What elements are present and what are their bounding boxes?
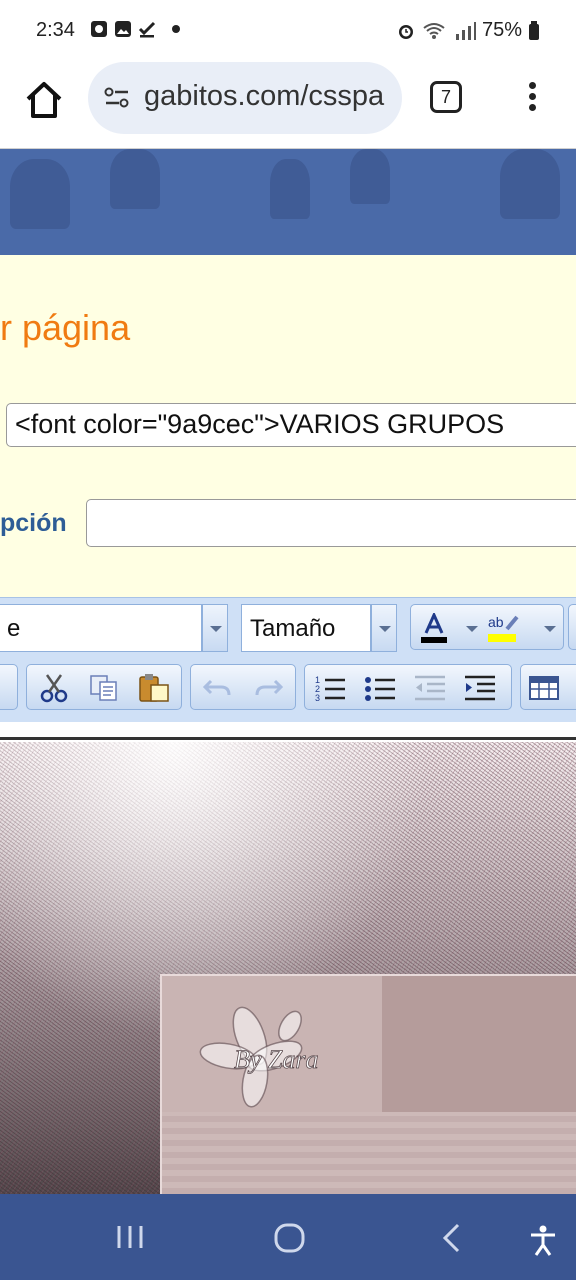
outdent-icon[interactable] [413, 673, 447, 703]
edit-page-form: r página <font color="9a9cec">VARIOS GRU… [0, 255, 576, 597]
clipboard-group [26, 664, 182, 710]
editor-content[interactable]: By Zara [0, 722, 576, 1194]
text-color-icon[interactable] [417, 613, 451, 643]
indent-icon[interactable] [463, 673, 497, 703]
status-right: 75% [396, 19, 540, 42]
notification-icon [91, 21, 107, 37]
browser-toolbar: gabitos.com/csspa 7 [0, 62, 576, 149]
size-select[interactable]: Tamaño [241, 604, 371, 652]
color-group: ab [410, 604, 564, 650]
table-group [520, 664, 576, 710]
editor-toolbar: e Tamaño ab 123 [0, 597, 576, 723]
site-settings-icon[interactable] [104, 86, 130, 110]
insert-table-icon[interactable] [527, 673, 561, 703]
site-banner [0, 149, 576, 255]
size-dropdown-icon[interactable] [371, 604, 397, 652]
font-dropdown-icon[interactable] [202, 604, 228, 652]
cut-icon[interactable] [37, 673, 71, 703]
more-options-icon[interactable] [520, 78, 544, 118]
accessibility-icon[interactable] [528, 1224, 558, 1256]
recent-apps-icon[interactable] [114, 1222, 146, 1252]
battery-icon [529, 20, 539, 40]
wifi-icon [423, 22, 445, 39]
status-bar: 2:34 75% [0, 0, 576, 62]
description-label: pción [0, 509, 67, 537]
battery-percent: 75% [481, 19, 522, 41]
status-time: 2:34 [36, 19, 75, 41]
toolbar-more-group [568, 604, 576, 650]
description-input[interactable] [86, 499, 576, 547]
home-nav-icon[interactable] [272, 1222, 308, 1254]
copy-icon[interactable] [87, 673, 121, 703]
back-icon[interactable] [440, 1222, 464, 1254]
list-group: 123 [304, 664, 512, 710]
ordered-list-icon[interactable]: 123 [313, 673, 347, 703]
font-select[interactable]: e [0, 604, 202, 652]
home-icon[interactable] [22, 78, 66, 122]
gallery-icon [115, 21, 131, 37]
toolbar-partial-group [0, 664, 18, 710]
system-nav-bar [0, 1194, 576, 1280]
url-text[interactable]: gabitos.com/csspa [144, 80, 384, 113]
unordered-list-icon[interactable] [363, 673, 397, 703]
alarm-icon [398, 24, 413, 39]
svg-text:3: 3 [315, 693, 320, 703]
dot-icon [172, 25, 180, 33]
paste-icon[interactable] [137, 673, 171, 703]
page-title-input[interactable]: <font color="9a9cec">VARIOS GRUPOS [6, 403, 576, 447]
embedded-image: By Zara [160, 974, 576, 1194]
tab-switcher-button[interactable]: 7 [430, 81, 462, 113]
image-blur-region [382, 976, 576, 1112]
watermark-text: By Zara [234, 1045, 319, 1074]
page-title: r página [0, 307, 131, 348]
signal-icon [455, 21, 476, 40]
download-done-icon [138, 21, 156, 38]
editor-top-border [0, 737, 576, 740]
redo-icon[interactable] [251, 673, 285, 703]
highlight-dropdown-icon[interactable] [537, 605, 559, 649]
address-bar[interactable]: gabitos.com/csspa [88, 62, 402, 134]
text-color-dropdown-icon[interactable] [459, 605, 479, 649]
history-group [190, 664, 296, 710]
undo-icon[interactable] [201, 673, 235, 703]
highlight-color-icon[interactable]: ab [485, 613, 519, 643]
svg-text:ab: ab [488, 614, 504, 630]
image-stripe-region [162, 1112, 576, 1194]
flower-watermark-icon: By Zara [199, 1006, 319, 1108]
